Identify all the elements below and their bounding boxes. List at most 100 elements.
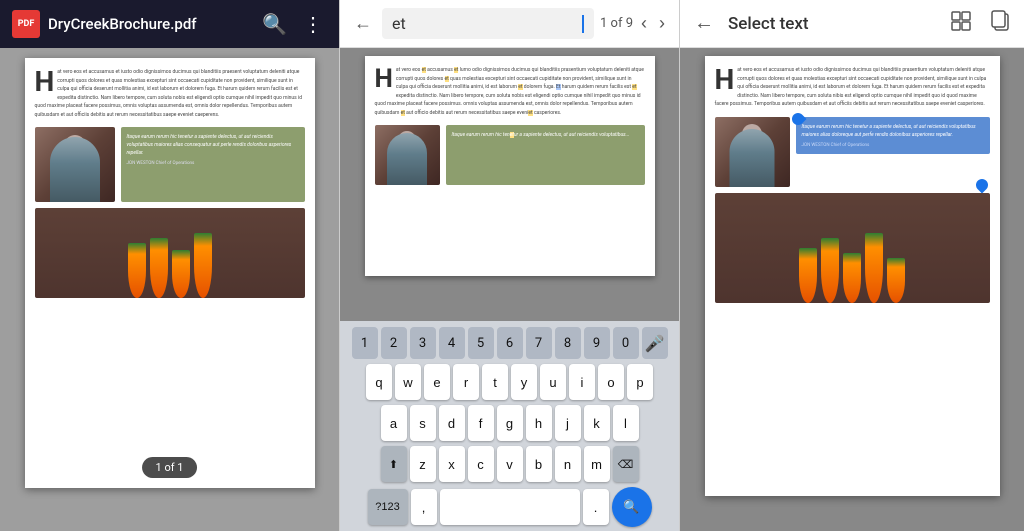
search-key[interactable]: 🔍	[612, 487, 652, 527]
key-0[interactable]: 0	[613, 327, 639, 359]
symbols-key[interactable]: ?123	[368, 489, 408, 525]
panel-pdf-viewer: PDF DryCreekBrochure.pdf 🔍 ⋮ H at vero e…	[0, 0, 340, 531]
person-photo-2	[375, 125, 440, 185]
quote-author-3: JON WESTON Chief of Operations	[802, 143, 984, 148]
key-j[interactable]: j	[555, 405, 581, 441]
key-9[interactable]: 9	[584, 327, 610, 359]
copy-button[interactable]	[986, 6, 1014, 42]
search-bar[interactable]: et	[382, 8, 594, 39]
back-button-3[interactable]: ←	[690, 8, 718, 39]
keyboard-number-row: 1 2 3 4 5 6 7 8 9 0 🎤	[344, 327, 675, 359]
pdf-image-section: Itaque earum rerum hic tenetur a sapient…	[35, 127, 305, 202]
key-3[interactable]: 3	[410, 327, 436, 359]
person-photo	[35, 127, 115, 202]
search-cursor	[582, 15, 584, 33]
carrot-1	[128, 243, 146, 298]
key-q[interactable]: q	[366, 364, 392, 400]
panel1-header: PDF DryCreekBrochure.pdf 🔍 ⋮	[0, 0, 339, 48]
carrot-2	[150, 238, 168, 298]
key-1[interactable]: 1	[352, 327, 378, 359]
pdf-page-select: H at vero eos et accusamus et iusto odio…	[705, 56, 1000, 496]
pdf-body-text-2: H at vero eos et accusamus et lumo odio …	[375, 66, 645, 117]
highlight-et-7: et	[401, 110, 405, 116]
panel-select-text: ← Select text H at vero eos et accusamus…	[680, 0, 1024, 531]
key-c[interactable]: c	[468, 446, 494, 482]
next-page-button[interactable]: ›	[655, 11, 669, 36]
key-8[interactable]: 8	[555, 327, 581, 359]
period-key[interactable]: .	[583, 489, 609, 525]
key-o[interactable]: o	[598, 364, 624, 400]
key-5[interactable]: 5	[468, 327, 494, 359]
carrot-3	[172, 250, 190, 298]
key-x[interactable]: x	[439, 446, 465, 482]
keyboard: 1 2 3 4 5 6 7 8 9 0 🎤 q w e r t y u i o …	[340, 321, 679, 531]
person-body-3	[730, 129, 775, 187]
key-k[interactable]: k	[584, 405, 610, 441]
key-7[interactable]: 7	[526, 327, 552, 359]
quote-box-2: Itaque earum rerum hic tenetur a sapient…	[446, 125, 645, 185]
carrot-visual	[128, 233, 212, 298]
key-y[interactable]: y	[511, 364, 537, 400]
quote-container-3: Itaque earum rerum hic tenetur a sapient…	[796, 117, 990, 187]
space-key[interactable]	[440, 489, 580, 525]
carrot-3-2	[821, 238, 839, 303]
delete-key[interactable]: ⌫	[613, 446, 639, 482]
highlight-et-q: et	[510, 132, 514, 138]
carrot-3-3	[843, 253, 861, 303]
highlight-et-4: et	[518, 84, 522, 90]
key-m[interactable]: m	[584, 446, 610, 482]
prev-page-button[interactable]: ‹	[637, 11, 651, 36]
key-t[interactable]: t	[482, 364, 508, 400]
panel2-pdf-area: H at vero eos et accusamus et lumo odio …	[340, 48, 679, 321]
carrot-3-5	[887, 258, 905, 303]
key-d[interactable]: d	[439, 405, 465, 441]
grid-view-button[interactable]	[946, 6, 976, 42]
key-z[interactable]: z	[410, 446, 436, 482]
quote-box: Itaque earum rerum hic tenetur a sapient…	[121, 127, 305, 202]
shift-key[interactable]: ⬆	[381, 446, 407, 482]
panel3-header: ← Select text	[680, 0, 1024, 48]
quote-author: JON WESTON Chief of Operations	[127, 161, 299, 166]
quote-text: Itaque earum rerum hic tenetur a sapient…	[127, 133, 299, 157]
key-b[interactable]: b	[526, 446, 552, 482]
search-input-text: et	[392, 14, 578, 33]
key-h[interactable]: h	[526, 405, 552, 441]
highlight-et-1: et	[422, 67, 426, 73]
key-g[interactable]: g	[497, 405, 523, 441]
key-u[interactable]: u	[540, 364, 566, 400]
key-f[interactable]: f	[468, 405, 494, 441]
key-s[interactable]: s	[410, 405, 436, 441]
key-e[interactable]: e	[424, 364, 450, 400]
key-w[interactable]: w	[395, 364, 421, 400]
carrot-4	[194, 233, 212, 298]
person-body	[50, 137, 100, 202]
panel2-header: ← et 1 of 9 ‹ ›	[340, 0, 679, 48]
more-options-button[interactable]: ⋮	[299, 8, 327, 41]
selection-handle-end	[973, 176, 990, 193]
key-6[interactable]: 6	[497, 327, 523, 359]
pdf-image-section-2: Itaque earum rerum hic tenetur a sapient…	[375, 125, 645, 185]
keyboard-bottom-row: ?123 , . 🔍	[344, 487, 675, 527]
key-i[interactable]: i	[569, 364, 595, 400]
key-a[interactable]: a	[381, 405, 407, 441]
selected-quote-text: Itaque earum rerum hic tenetur a sapient…	[802, 123, 984, 139]
key-4[interactable]: 4	[439, 327, 465, 359]
key-v[interactable]: v	[497, 446, 523, 482]
pdf-body-text-3: H at vero eos et accusamus et iusto odio…	[715, 66, 990, 109]
search-button[interactable]: 🔍	[258, 8, 291, 41]
key-2[interactable]: 2	[381, 327, 407, 359]
keyboard-row-3: ⬆ z x c v b n m ⌫	[344, 446, 675, 482]
back-button-2[interactable]: ←	[350, 11, 376, 36]
key-n[interactable]: n	[555, 446, 581, 482]
pdf-filename: DryCreekBrochure.pdf	[48, 15, 250, 33]
page-indicator: 1 of 9	[600, 16, 633, 31]
mic-key[interactable]: 🎤	[642, 327, 668, 359]
comma-key[interactable]: ,	[411, 489, 437, 525]
carrot-visual-3	[799, 233, 905, 303]
pdf-page-search: H at vero eos et accusamus et lumo odio …	[365, 56, 655, 276]
person-body-2	[387, 133, 427, 185]
key-r[interactable]: r	[453, 364, 479, 400]
key-p[interactable]: p	[627, 364, 653, 400]
highlight-et-5: Et	[556, 84, 560, 90]
key-l[interactable]: l	[613, 405, 639, 441]
